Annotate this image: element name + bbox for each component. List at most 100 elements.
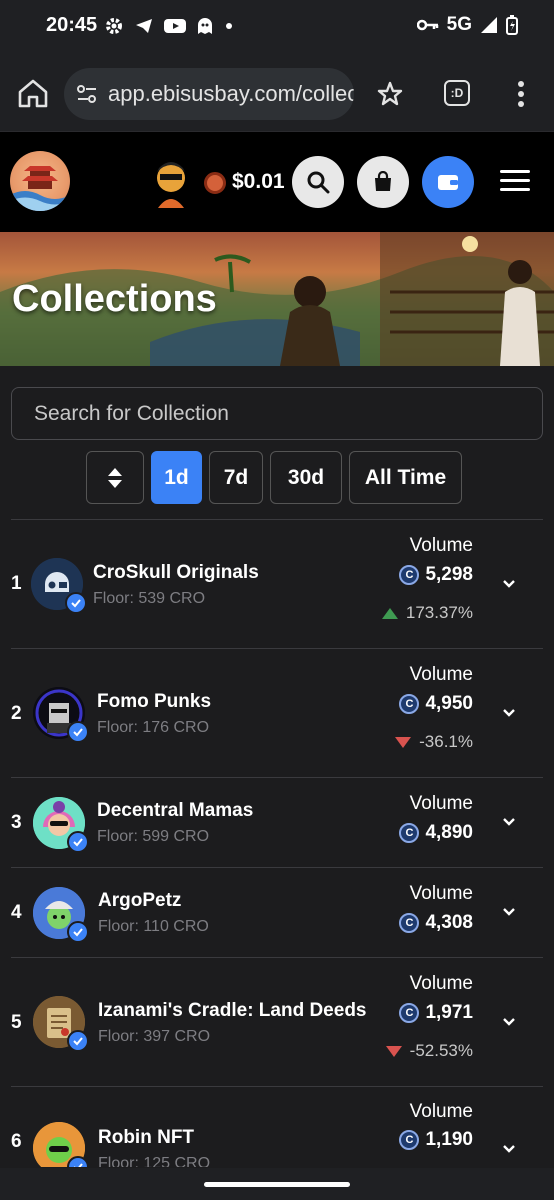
- table-row[interactable]: 2 Fomo Punks Floor: 176 CRO Volume C 4,95…: [11, 648, 543, 777]
- cart-button[interactable]: [357, 156, 409, 208]
- search-button[interactable]: [292, 156, 344, 208]
- verified-badge-icon: [67, 1156, 89, 1167]
- verified-badge-icon: [67, 721, 89, 743]
- volume-value: C 1,971: [399, 1002, 473, 1024]
- volume-value: C 4,950: [399, 693, 473, 715]
- battery-icon: [506, 15, 518, 35]
- collection-name[interactable]: Izanami's Cradle: Land Deeds: [98, 1000, 367, 1022]
- wallet-icon: [438, 175, 458, 190]
- collections-banner: Collections: [0, 232, 554, 366]
- chevron-down-icon[interactable]: [501, 814, 517, 830]
- wallet-balance: $0.01: [232, 170, 285, 193]
- floor-price: Floor: 176 CRO: [97, 719, 210, 736]
- collection-name[interactable]: Fomo Punks: [97, 691, 211, 713]
- more-vert-icon[interactable]: [516, 80, 526, 108]
- volume-label: Volume: [409, 973, 473, 994]
- volume-label: Volume: [409, 535, 473, 556]
- sort-button[interactable]: [86, 451, 144, 504]
- chevron-down-icon[interactable]: [501, 576, 517, 592]
- verified-badge-icon: [67, 831, 89, 853]
- filter-7d-button[interactable]: 7d: [209, 451, 263, 504]
- network-type: 5G: [446, 14, 472, 35]
- browser-toolbar: app.ebisusbay.com/collections :D: [0, 56, 554, 132]
- collection-avatar: [33, 1122, 89, 1167]
- volume-change: -36.1%: [395, 732, 473, 752]
- table-row[interactable]: 3 Decentral Mamas Floor: 599 CRO Volume …: [11, 777, 543, 867]
- volume-change: 173.37%: [381, 603, 473, 623]
- dot-icon: [226, 23, 232, 29]
- telegram-icon: [136, 19, 152, 33]
- url-text[interactable]: app.ebisusbay.com/collections: [108, 81, 354, 107]
- table-row[interactable]: 4 ArgoPetz Floor: 110 CRO Volume C 4,308: [11, 867, 543, 957]
- collection-name[interactable]: Decentral Mamas: [97, 800, 253, 822]
- rank: 5: [11, 1012, 22, 1033]
- trend-down-icon: [395, 736, 412, 748]
- vpn-key-icon: [416, 19, 438, 31]
- address-bar[interactable]: app.ebisusbay.com/collections: [64, 68, 354, 120]
- volume-label: Volume: [409, 664, 473, 685]
- ebisusbay-logo[interactable]: [10, 151, 70, 211]
- volume-value: C 5,298: [399, 564, 473, 586]
- tab-switcher-button[interactable]: :D: [444, 80, 470, 106]
- volume-label: Volume: [409, 793, 473, 814]
- collection-name[interactable]: CroSkull Originals: [93, 562, 259, 584]
- time-filters: 1d 7d 30d All Time: [86, 451, 462, 504]
- trend-down-icon: [385, 1045, 402, 1057]
- cro-icon: C: [399, 823, 420, 843]
- floor-price: Floor: 125 CRO: [98, 1155, 211, 1167]
- volume-value: C 1,190: [399, 1129, 473, 1151]
- floor-price: Floor: 397 CRO: [98, 1028, 211, 1045]
- filter-1d-button[interactable]: 1d: [151, 451, 202, 504]
- collection-avatar: [33, 797, 89, 853]
- status-time: 20:45: [46, 14, 98, 36]
- chevron-down-icon[interactable]: [501, 904, 517, 920]
- search-input[interactable]: [12, 388, 542, 439]
- volume-change: -52.53%: [385, 1041, 473, 1061]
- table-row[interactable]: 6 Robin NFT Floor: 125 CRO Volume C 1,190: [11, 1086, 543, 1167]
- collection-name[interactable]: ArgoPetz: [98, 890, 181, 912]
- user-avatar[interactable]: [150, 156, 192, 208]
- collection-search[interactable]: [11, 387, 543, 440]
- site-settings-icon[interactable]: [76, 83, 98, 105]
- logo-pagoda-icon: [10, 166, 70, 211]
- sort-icon: [108, 467, 122, 488]
- home-gesture-handle[interactable]: [204, 1182, 350, 1187]
- coin-icon: [204, 172, 226, 194]
- signal-icon: [481, 17, 497, 33]
- chevron-down-icon[interactable]: [501, 1141, 517, 1157]
- chevron-down-icon[interactable]: [501, 1014, 517, 1030]
- filter-30d-button[interactable]: 30d: [270, 451, 342, 504]
- ghost-icon: [198, 18, 212, 34]
- trend-up-icon: [381, 607, 398, 619]
- gesture-nav-bar: [0, 1168, 554, 1200]
- search-icon: [307, 171, 330, 194]
- floor-price: Floor: 539 CRO: [93, 590, 206, 607]
- collection-name[interactable]: Robin NFT: [98, 1127, 194, 1149]
- wallet-button[interactable]: [422, 156, 474, 208]
- bookmark-star-icon[interactable]: [376, 80, 404, 108]
- chevron-down-icon[interactable]: [501, 705, 517, 721]
- floor-price: Floor: 599 CRO: [97, 828, 210, 845]
- filter-all-time-button[interactable]: All Time: [349, 451, 462, 504]
- rank: 6: [11, 1131, 22, 1152]
- status-bar: 20:45 5G: [0, 0, 554, 56]
- home-icon[interactable]: [16, 76, 50, 110]
- cro-icon: C: [399, 913, 420, 933]
- cro-icon: C: [399, 694, 420, 714]
- youtube-icon: [164, 19, 186, 33]
- table-row[interactable]: 1 CroSkull Originals Floor: 539 CRO Volu…: [11, 519, 543, 648]
- site-header: $0.01: [0, 132, 554, 232]
- collection-avatar: [33, 687, 89, 743]
- rank: 3: [11, 812, 22, 833]
- rank: 4: [11, 902, 22, 923]
- volume-label: Volume: [409, 883, 473, 904]
- collection-avatar: [31, 558, 87, 614]
- rank: 1: [11, 573, 22, 594]
- hamburger-menu-button[interactable]: [500, 170, 530, 194]
- verified-badge-icon: [65, 592, 87, 614]
- shopping-bag-icon: [375, 171, 391, 191]
- page-title: Collections: [12, 278, 217, 320]
- table-row[interactable]: 5 Izanami's Cradle: Land Deeds Floor: 39…: [11, 957, 543, 1086]
- floor-price: Floor: 110 CRO: [98, 918, 209, 935]
- collection-avatar: [33, 887, 89, 943]
